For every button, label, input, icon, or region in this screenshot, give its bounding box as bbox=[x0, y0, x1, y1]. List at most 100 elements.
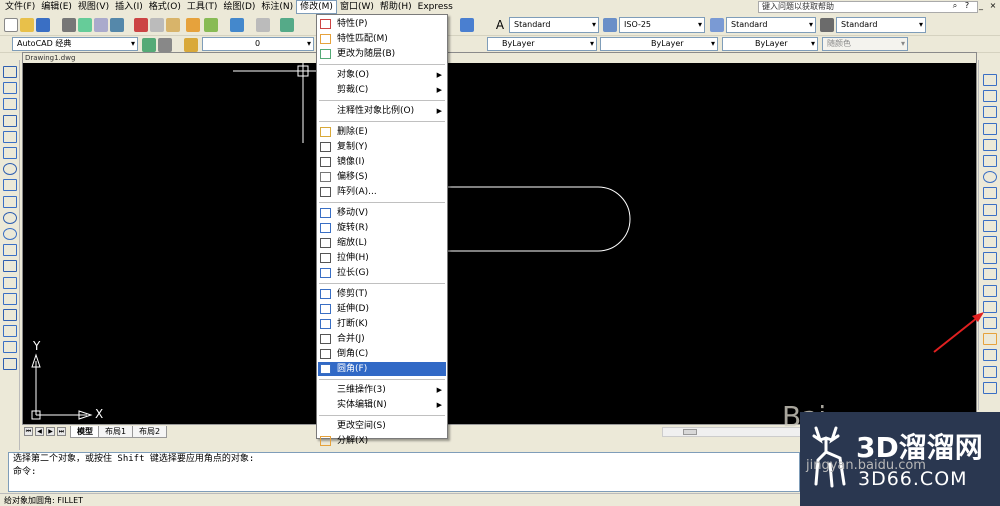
publish-icon[interactable] bbox=[94, 18, 108, 32]
layer-manager-icon[interactable] bbox=[184, 38, 198, 52]
gradient-icon[interactable] bbox=[3, 309, 17, 321]
move-tool-icon[interactable] bbox=[983, 155, 997, 167]
modify-menu-item[interactable]: 剪裁(C) ▶ bbox=[318, 83, 446, 97]
draworder-front-icon[interactable] bbox=[983, 365, 997, 378]
command-window[interactable]: 选择第二个对象，或按住 Shift 键选择要应用角点的对象: 命令: bbox=[8, 452, 800, 492]
offset-tool-icon[interactable] bbox=[983, 122, 997, 135]
array-tool-icon[interactable] bbox=[983, 138, 997, 151]
modify-menu-item[interactable]: 打断(K) bbox=[318, 317, 446, 331]
extend-tool-icon[interactable] bbox=[983, 236, 997, 248]
line-icon[interactable] bbox=[3, 66, 17, 78]
modify-menu-item[interactable]: 拉长(G) bbox=[318, 266, 446, 280]
modify-menu-item[interactable]: 延伸(D) bbox=[318, 302, 446, 316]
modify-menu-item[interactable]: 阵列(A)... bbox=[318, 185, 446, 199]
linetype-select[interactable]: ByLayer bbox=[600, 37, 718, 51]
make-block-icon[interactable] bbox=[3, 260, 17, 273]
new-file-icon[interactable] bbox=[4, 18, 18, 32]
last-tab-icon[interactable]: ⏭ bbox=[57, 427, 66, 436]
modify-menu-item[interactable]: 实体编辑(N) ▶ bbox=[318, 398, 446, 412]
trim-tool-icon[interactable] bbox=[983, 219, 997, 232]
modify-menu-item[interactable]: 更改为随层(B) bbox=[318, 47, 446, 61]
modify-menu-item[interactable]: 镜像(I) bbox=[318, 155, 446, 169]
open-file-icon[interactable] bbox=[20, 18, 34, 32]
scroll-thumb[interactable] bbox=[683, 429, 697, 435]
close-icon[interactable]: × bbox=[988, 1, 998, 11]
spline-icon[interactable] bbox=[3, 195, 17, 208]
color-select[interactable]: ByLayer bbox=[487, 37, 597, 51]
redo-icon[interactable] bbox=[256, 18, 270, 32]
drawing-canvas[interactable]: Y X bbox=[23, 63, 976, 425]
ellipse-icon[interactable] bbox=[3, 211, 17, 224]
lineweight-select[interactable]: ByLayer bbox=[722, 37, 818, 51]
tab-model[interactable]: 模型 bbox=[70, 426, 100, 438]
copy-clip-icon[interactable] bbox=[150, 18, 164, 32]
text-style-select[interactable]: Standard bbox=[509, 17, 599, 33]
ellipse-arc-icon[interactable] bbox=[3, 228, 17, 240]
layer-select[interactable]: 0 bbox=[202, 37, 314, 51]
join-tool-icon[interactable] bbox=[983, 284, 997, 297]
menu-item[interactable]: 绘图(D) bbox=[220, 0, 258, 14]
modify-menu-item[interactable]: 更改空间(S) bbox=[318, 419, 446, 433]
workspace-settings-icon[interactable] bbox=[142, 38, 156, 52]
rectangle-icon[interactable] bbox=[3, 130, 17, 143]
copy-tool-icon[interactable] bbox=[983, 90, 997, 103]
rotate-tool-icon[interactable] bbox=[983, 171, 997, 184]
menu-item[interactable]: 帮助(H) bbox=[377, 0, 415, 14]
menu-item[interactable]: 窗口(W) bbox=[337, 0, 377, 14]
cut-icon[interactable] bbox=[134, 18, 148, 32]
help-search-input[interactable]: 键入问题以获取帮助 bbox=[758, 1, 978, 13]
minimize-icon[interactable]: _ bbox=[976, 1, 986, 11]
modify-menu-item[interactable]: 偏移(S) bbox=[318, 170, 446, 184]
modify-menu-item[interactable]: 注释性对象比例(O) ▶ bbox=[318, 104, 446, 118]
modify-menu-item[interactable]: 旋转(R) bbox=[318, 221, 446, 235]
menu-item[interactable]: 视图(V) bbox=[75, 0, 112, 14]
modify-menu-item[interactable]: 三维操作(3) ▶ bbox=[318, 383, 446, 397]
menu-item[interactable]: 修改(M) bbox=[296, 0, 337, 14]
modify-menu-item[interactable]: 移动(V) bbox=[318, 206, 446, 220]
region-icon[interactable] bbox=[3, 325, 17, 338]
scale-tool-icon[interactable] bbox=[983, 187, 997, 200]
modify-menu-item[interactable]: 删除(E) bbox=[318, 125, 446, 139]
tab-layout2[interactable]: 布局2 bbox=[132, 426, 168, 438]
block-editor-icon[interactable] bbox=[204, 18, 218, 32]
modify-menu-item[interactable]: 拉伸(H) bbox=[318, 251, 446, 265]
workspace-select[interactable]: AutoCAD 经典 bbox=[12, 37, 138, 51]
modify-menu-item[interactable]: 特性(P) bbox=[318, 17, 446, 31]
dim-style-select[interactable]: ISO-25 bbox=[619, 17, 705, 33]
modify-menu-item[interactable]: 修剪(T) bbox=[318, 287, 446, 301]
modify-menu-item[interactable]: 特性匹配(M) bbox=[318, 32, 446, 46]
construction-line-icon[interactable] bbox=[3, 82, 17, 95]
draworder-back-icon[interactable] bbox=[983, 381, 997, 394]
tab-layout1[interactable]: 布局1 bbox=[98, 426, 134, 438]
print-icon[interactable] bbox=[62, 18, 76, 32]
plot-icon[interactable] bbox=[110, 18, 124, 32]
mirror-tool-icon[interactable] bbox=[983, 106, 997, 119]
prev-tab-icon[interactable]: ◀ bbox=[35, 427, 44, 436]
match-brush-icon[interactable] bbox=[186, 18, 200, 32]
modify-menu-item[interactable]: 合并(J) bbox=[318, 332, 446, 346]
erase-tool-icon[interactable] bbox=[983, 74, 997, 86]
circle-icon[interactable] bbox=[3, 163, 17, 176]
modify-menu-item[interactable]: 倒角(C) bbox=[318, 347, 446, 361]
multileader-style-select[interactable]: Standard bbox=[836, 17, 926, 33]
break-at-point-icon[interactable] bbox=[983, 252, 997, 265]
table-style-select[interactable]: Standard bbox=[726, 17, 816, 33]
help-icon[interactable]: ? bbox=[962, 1, 972, 11]
point-icon[interactable] bbox=[3, 276, 17, 289]
insert-block-icon[interactable] bbox=[3, 244, 17, 257]
pan-icon[interactable] bbox=[280, 18, 294, 32]
stretch-tool-icon[interactable] bbox=[983, 203, 997, 216]
workspace-icon[interactable] bbox=[158, 38, 172, 52]
revision-cloud-icon[interactable] bbox=[3, 179, 17, 192]
arc-icon[interactable] bbox=[3, 147, 17, 159]
command-prompt[interactable]: 命令: bbox=[9, 466, 799, 479]
hatch-icon[interactable] bbox=[3, 292, 17, 305]
menu-item[interactable]: Express bbox=[415, 0, 456, 14]
plot-style-select[interactable]: 随颜色 bbox=[822, 37, 908, 51]
menu-item[interactable]: 标注(N) bbox=[258, 0, 296, 14]
slot-shape[interactable] bbox=[448, 186, 631, 252]
modify-menu-item[interactable]: 复制(Y) bbox=[318, 140, 446, 154]
help-button-icon[interactable] bbox=[460, 18, 474, 32]
paste-icon[interactable] bbox=[166, 18, 180, 32]
modify-menu-item[interactable]: 缩放(L) bbox=[318, 236, 446, 250]
